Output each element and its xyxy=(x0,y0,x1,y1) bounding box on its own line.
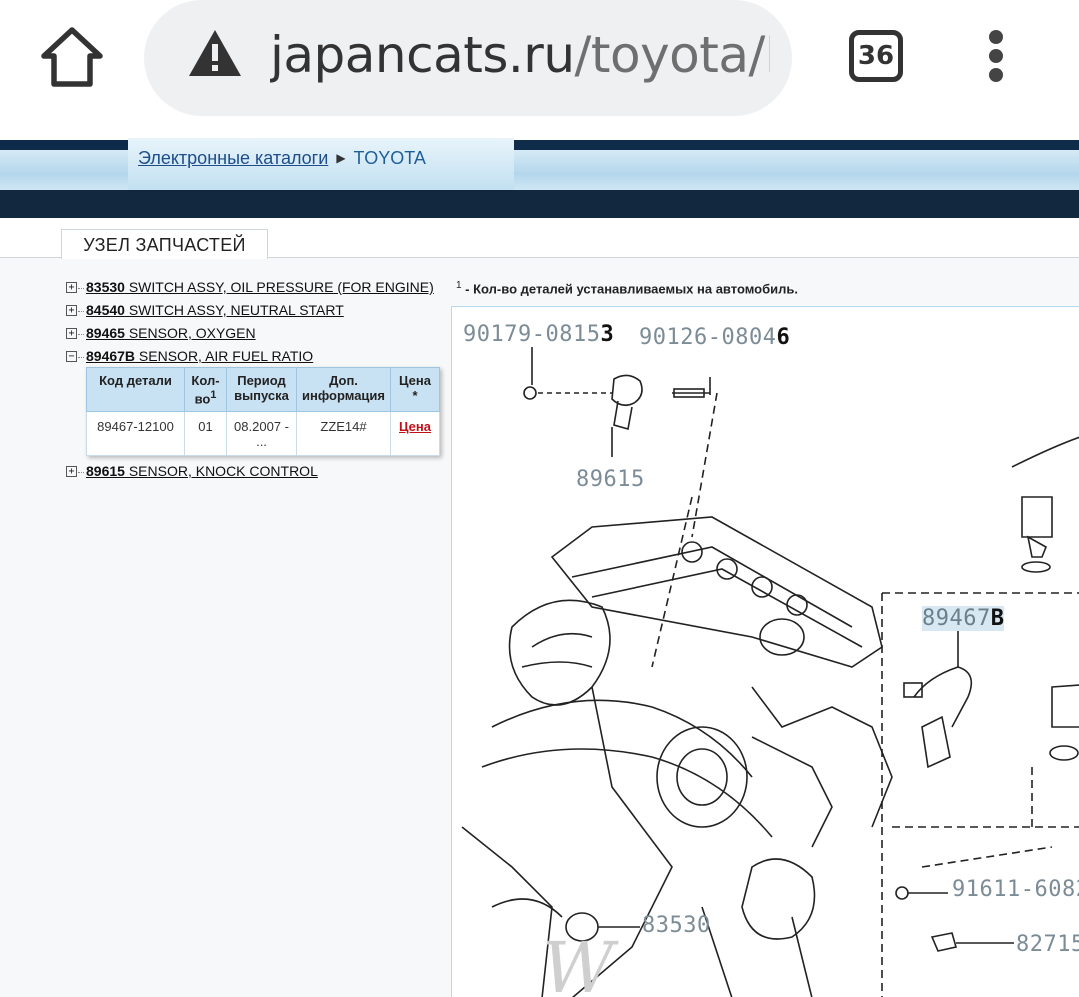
diagram-label-90179[interactable]: 90179-08153 xyxy=(463,322,614,347)
diagram-label-89467b[interactable]: 89467B xyxy=(922,606,1005,631)
collapse-icon[interactable]: − xyxy=(66,350,77,362)
column-header-info: Доп. информация xyxy=(296,366,391,413)
svg-text:W: W xyxy=(542,927,619,997)
label-code: 89615 xyxy=(576,467,645,492)
table-row: 89467-12100 01 08.2007 - ... ZZE14# Цена xyxy=(86,411,440,457)
label-qty: 6 xyxy=(776,325,791,350)
expand-icon[interactable]: + xyxy=(66,465,77,477)
cell-qty: 01 xyxy=(184,411,227,457)
tree-connector xyxy=(78,471,84,473)
warning-icon[interactable] xyxy=(187,28,243,78)
header-accent xyxy=(514,140,1079,150)
diagram-label-91611[interactable]: 91611-6082 xyxy=(952,877,1079,902)
more-vert-icon[interactable] xyxy=(984,30,1008,84)
tree-connector xyxy=(78,356,84,358)
tree-item-89615[interactable]: +89615 SENSOR, KNOCK CONTROL xyxy=(66,462,318,480)
cell-info: ZZE14# xyxy=(296,411,391,457)
tree-connector xyxy=(78,287,84,289)
price-link[interactable]: Цена xyxy=(399,419,431,434)
cell-part-number: 89467-12100 xyxy=(86,411,185,457)
label-code: 90179-0815 xyxy=(463,322,601,347)
tree-connector xyxy=(78,333,84,335)
label-code: 89467 xyxy=(922,606,991,631)
tree-item-code[interactable]: 83530 xyxy=(86,279,125,295)
expand-icon[interactable]: + xyxy=(66,281,77,293)
url-text[interactable]: japancats.ru/toyota/Pa xyxy=(270,26,770,84)
label-qty: 3 xyxy=(600,322,615,347)
tab-parts-assembly[interactable]: УЗЕЛ ЗАПЧАСТЕЙ xyxy=(61,229,268,259)
tree-item-name[interactable]: SENSOR, AIR FUEL RATIO xyxy=(135,348,313,364)
tree-item-code[interactable]: 89615 xyxy=(86,463,125,479)
tree-item-code[interactable]: 89465 xyxy=(86,325,125,341)
cell-period: 08.2007 - ... xyxy=(226,411,297,457)
tree-item-code[interactable]: 84540 xyxy=(86,302,125,318)
cell-price: Цена xyxy=(390,411,440,457)
column-header-qty: Кол-во1 xyxy=(184,366,227,413)
parts-diagram[interactable]: W 90179-08153 90126-08046 89615 89467B 9… xyxy=(451,306,1079,997)
column-header-price-label: Цена xyxy=(399,373,431,388)
diagram-label-90126[interactable]: 90126-08046 xyxy=(639,325,790,350)
tree-item-name[interactable]: SENSOR, KNOCK CONTROL xyxy=(125,463,318,479)
home-icon[interactable] xyxy=(38,24,106,90)
tree-item-89467b[interactable]: −89467B SENSOR, AIR FUEL RATIO xyxy=(66,347,313,365)
label-qty: B xyxy=(990,606,1005,631)
header-strip xyxy=(0,190,1079,218)
column-header-period: Период выпуска xyxy=(226,366,297,413)
tree-item-name[interactable]: SWITCH ASSY, NEUTRAL START xyxy=(125,302,344,318)
parts-table: Код детали Кол-во1 Период выпуска Доп. и… xyxy=(86,366,440,457)
note-text: - Кол-во деталей устанавливаемых на авто… xyxy=(461,281,798,297)
tree-item-name[interactable]: SWITCH ASSY, OIL PRESSURE (FOR ENGINE) xyxy=(125,279,434,295)
quantity-note: 1 - Кол-во деталей устанавливаемых на ав… xyxy=(456,280,798,296)
column-header-price: Цена * xyxy=(390,366,440,413)
expand-icon[interactable]: + xyxy=(66,304,77,316)
diagram-label-83530[interactable]: 83530 xyxy=(642,913,711,938)
tree-item-name[interactable]: SENSOR, OXYGEN xyxy=(125,325,256,341)
chevron-right-icon: ▶ xyxy=(336,151,346,165)
diagram-label-82715[interactable]: 82715 xyxy=(1016,932,1079,957)
label-code: 91611-6082 xyxy=(952,877,1079,902)
breadcrumb-current: TOYOTA xyxy=(353,148,426,168)
label-code: 82715 xyxy=(1016,932,1079,957)
tree-connector xyxy=(78,310,84,312)
tab-count-button[interactable]: 36 xyxy=(849,30,903,82)
footnote-mark: 1 xyxy=(210,389,217,401)
diagram-label-89615[interactable]: 89615 xyxy=(576,467,645,492)
label-code: 83530 xyxy=(642,913,711,938)
price-mark: * xyxy=(412,388,418,403)
column-header-part: Код детали xyxy=(86,366,185,413)
breadcrumb-link-catalogs[interactable]: Электронные каталоги xyxy=(138,148,328,168)
tree-item-code[interactable]: 89467B xyxy=(86,348,135,364)
table-header-row: Код детали Кол-во1 Период выпуска Доп. и… xyxy=(86,366,440,413)
browser-toolbar: japancats.ru/toyota/Pa 36 xyxy=(0,0,1079,140)
tree-item-84540[interactable]: +84540 SWITCH ASSY, NEUTRAL START xyxy=(66,301,344,319)
expand-icon[interactable]: + xyxy=(66,327,77,339)
tree-item-83530[interactable]: +83530 SWITCH ASSY, OIL PRESSURE (FOR EN… xyxy=(66,278,434,296)
breadcrumb: Электронные каталоги ▶ TOYOTA xyxy=(138,148,426,169)
tree-item-89465[interactable]: +89465 SENSOR, OXYGEN xyxy=(66,324,256,342)
label-code: 90126-0804 xyxy=(639,325,777,350)
